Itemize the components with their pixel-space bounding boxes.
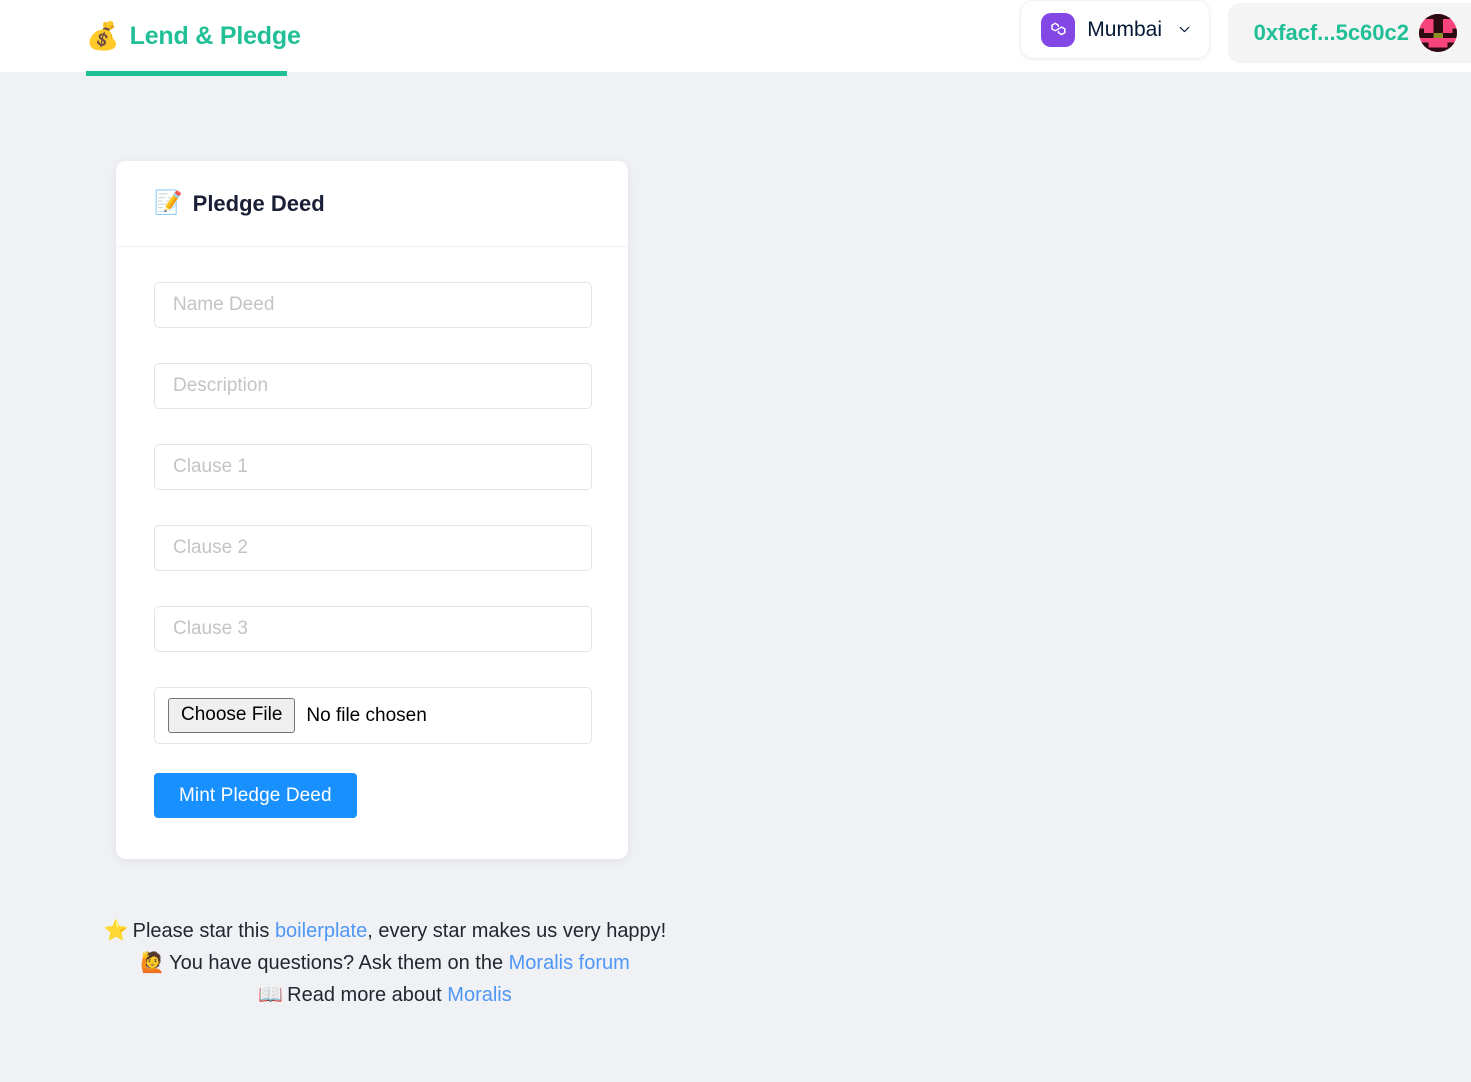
clause-3-input[interactable]	[154, 606, 592, 652]
page-title: Pledge Deed	[192, 190, 325, 216]
account-chip[interactable]: 0xfacf...5c60c2	[1227, 3, 1471, 63]
file-status-label: No file chosen	[306, 704, 427, 726]
network-selector[interactable]: Mumbai	[1021, 1, 1209, 58]
raising-hand-icon: 🙋	[140, 950, 166, 974]
pledge-deed-card: 📝 Pledge Deed Choose File No file chosen…	[116, 161, 628, 859]
star-icon: ⭐	[103, 918, 129, 942]
open-book-icon: 📖	[258, 982, 284, 1006]
app-header: 💰 Lend & Pledge Mumbai 0xfacf...5c60c2	[0, 0, 1471, 72]
clause-1-input[interactable]	[154, 444, 592, 490]
footer-text-pre: You have questions? Ask them on the	[169, 952, 509, 974]
brand-logo[interactable]: 💰 Lend & Pledge	[86, 12, 301, 60]
mint-pledge-deed-button[interactable]: Mint Pledge Deed	[154, 773, 357, 818]
footer-line-docs: 📖 Read more about Moralis	[0, 979, 770, 1011]
pledge-deed-form: Choose File No file chosen Mint Pledge D…	[116, 247, 628, 859]
memo-icon: 📝	[154, 190, 183, 216]
account-address: 0xfacf...5c60c2	[1253, 20, 1409, 45]
boilerplate-link[interactable]: boilerplate	[275, 920, 367, 942]
footer-line-star: ⭐ Please star this boilerplate, every sta…	[0, 915, 770, 947]
footer-line-forum: 🙋 You have questions? Ask them on the Mor…	[0, 947, 770, 979]
moralis-link[interactable]: Moralis	[447, 984, 511, 1006]
footer: ⭐ Please star this boilerplate, every sta…	[0, 915, 770, 1011]
file-upload-input[interactable]: Choose File No file chosen	[154, 687, 592, 744]
chevron-down-icon	[1176, 21, 1193, 38]
choose-file-button[interactable]: Choose File	[168, 698, 296, 733]
network-name-label: Mumbai	[1087, 17, 1162, 41]
moralis-forum-link[interactable]: Moralis forum	[509, 952, 630, 974]
polygon-icon	[1041, 12, 1076, 47]
footer-text-pre: Please star this	[132, 920, 275, 942]
active-tab-indicator	[86, 71, 287, 76]
brand-title: Lend & Pledge	[129, 21, 301, 50]
name-deed-input[interactable]	[154, 282, 592, 328]
pledge-deed-card-header: 📝 Pledge Deed	[116, 161, 628, 247]
blockie-avatar	[1419, 14, 1457, 52]
footer-text-post: , every star makes us very happy!	[367, 920, 667, 942]
footer-text-pre: Read more about	[287, 984, 448, 1006]
description-input[interactable]	[154, 363, 592, 409]
clause-2-input[interactable]	[154, 525, 592, 571]
money-bag-icon: 💰	[86, 20, 120, 52]
